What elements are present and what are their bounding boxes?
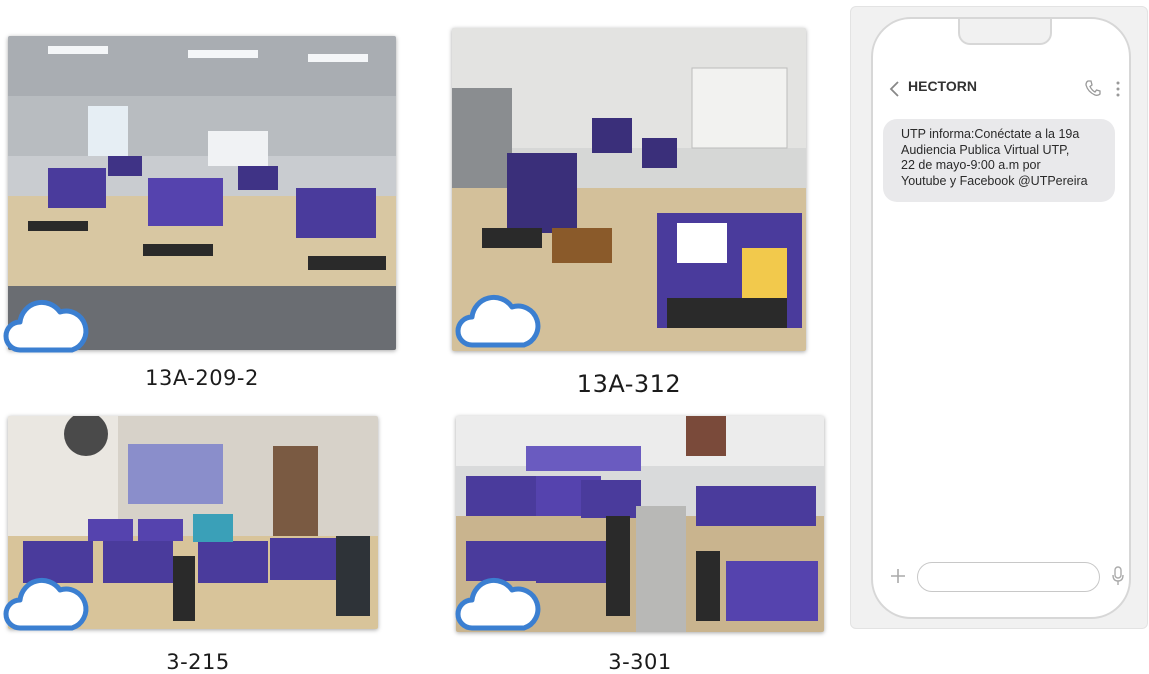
message-line: Audiencia Publica Virtual UTP,	[901, 142, 1070, 157]
message-line: UTP informa:Conéctate a la 19a	[901, 127, 1080, 141]
phone-icon[interactable]	[1083, 78, 1103, 98]
room-label: 13A-209-2	[145, 366, 259, 390]
room-label: 13A-312	[576, 370, 682, 398]
phone-mockup: HECTORN UTP informa:Conéctate a la 19a A…	[850, 6, 1148, 629]
room-label: 3-301	[608, 650, 672, 674]
microphone-icon[interactable]	[1111, 565, 1125, 587]
plus-icon[interactable]	[889, 567, 907, 585]
message-line: Youtube y Facebook @UTPereira	[901, 173, 1088, 188]
phone-screen: HECTORN UTP informa:Conéctate a la 19a A…	[871, 17, 1131, 619]
chevron-left-icon[interactable]	[887, 79, 901, 99]
more-vertical-icon[interactable]	[1113, 78, 1123, 100]
contact-name: HECTORN	[908, 78, 977, 94]
cloud-icon	[3, 300, 89, 353]
message-input[interactable]	[917, 562, 1100, 592]
cloud-icon	[455, 578, 541, 631]
message-bubble: UTP informa:Conéctate a la 19a Audiencia…	[883, 119, 1115, 202]
phone-notch	[958, 19, 1052, 45]
cloud-icon	[455, 295, 541, 348]
cloud-icon	[3, 578, 89, 631]
room-label: 3-215	[166, 650, 230, 674]
message-line: 22 de mayo-9:00 a.m por	[901, 158, 1041, 172]
